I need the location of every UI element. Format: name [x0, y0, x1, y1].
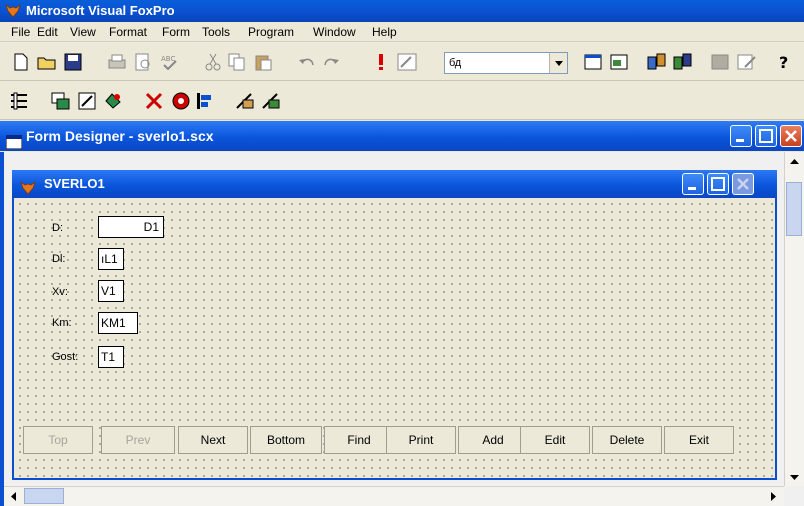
- label-gost[interactable]: Gost:: [52, 351, 78, 363]
- menu-window[interactable]: Window: [313, 24, 356, 40]
- vertical-scroll-thumb[interactable]: [786, 182, 802, 236]
- table-designer-icon[interactable]: [670, 49, 696, 75]
- horizontal-scroll-thumb[interactable]: [24, 488, 64, 504]
- delete-button[interactable]: Delete: [592, 426, 662, 454]
- app-title: Microsoft Visual FoxPro: [26, 3, 175, 18]
- menu-help[interactable]: Help: [372, 24, 397, 40]
- redo-icon[interactable]: [318, 49, 344, 75]
- prev-button[interactable]: Prev: [101, 426, 175, 454]
- menu-edit[interactable]: Edit: [37, 24, 58, 40]
- save-icon[interactable]: [60, 49, 86, 75]
- command-window-icon[interactable]: [580, 49, 606, 75]
- help-icon[interactable]: ?: [772, 49, 798, 75]
- menu-program[interactable]: Program: [248, 24, 294, 40]
- form-builder-icon[interactable]: [232, 88, 258, 114]
- designer-title: Form Designer - sverlo1.scx: [26, 128, 214, 144]
- textbox-t1[interactable]: T1: [98, 346, 124, 368]
- run-icon[interactable]: [368, 49, 394, 75]
- menu-file[interactable]: File: [11, 24, 30, 40]
- textbox-v1[interactable]: V1: [98, 280, 124, 302]
- paste-icon[interactable]: [250, 49, 276, 75]
- print-preview-icon[interactable]: [130, 49, 156, 75]
- database-combo-value: бд: [449, 57, 462, 69]
- add-button[interactable]: Add: [458, 426, 528, 454]
- standard-toolbar: ABC бд ?: [0, 43, 804, 81]
- svg-text:?: ?: [779, 53, 788, 71]
- code-window-icon[interactable]: [100, 88, 126, 114]
- exit-button[interactable]: Exit: [664, 426, 734, 454]
- edit-button[interactable]: Edit: [520, 426, 590, 454]
- designer-title-bar: Form Designer - sverlo1.scx: [0, 121, 804, 151]
- form-canvas[interactable]: D: Dl: Xv: Km: Gost: D1 ıL1 V1 KM1 T1 To…: [12, 198, 777, 480]
- scroll-right-icon[interactable]: [764, 487, 782, 505]
- label-d[interactable]: D:: [52, 222, 63, 234]
- form-designer-toolbar: [0, 82, 804, 120]
- form-close-button[interactable]: [732, 173, 754, 195]
- scroll-left-icon[interactable]: [4, 487, 22, 505]
- form-minimize-button[interactable]: [682, 173, 704, 195]
- bottom-button[interactable]: Bottom: [250, 426, 322, 454]
- form-title: SVERLO1: [44, 176, 105, 191]
- database-designer-icon[interactable]: [644, 49, 670, 75]
- label-km[interactable]: Km:: [52, 317, 72, 329]
- vertical-scrollbar[interactable]: [784, 152, 804, 486]
- menu-format[interactable]: Format: [109, 24, 147, 40]
- cut-icon[interactable]: [200, 49, 226, 75]
- menu-view[interactable]: View: [70, 24, 96, 40]
- open-folder-icon[interactable]: [34, 49, 60, 75]
- app-title-bar: Microsoft Visual FoxPro: [0, 0, 804, 22]
- label-xv[interactable]: Xv:: [52, 286, 68, 298]
- menu-form[interactable]: Form: [162, 24, 190, 40]
- svg-text:ABC: ABC: [161, 55, 175, 63]
- form-controls-toolbar-icon[interactable]: [142, 88, 168, 114]
- find-button[interactable]: Find: [324, 426, 394, 454]
- autoformat-icon[interactable]: [258, 88, 284, 114]
- menu-tools[interactable]: Tools: [202, 24, 230, 40]
- form-wizard-icon[interactable]: [708, 49, 734, 75]
- undo-icon[interactable]: [294, 49, 320, 75]
- scroll-down-icon[interactable]: [785, 468, 803, 486]
- label-dl[interactable]: Dl:: [52, 253, 65, 265]
- designer-close-button[interactable]: [780, 125, 802, 147]
- layout-toolbar-icon[interactable]: [192, 88, 218, 114]
- view-window-icon[interactable]: [606, 49, 632, 75]
- textbox-km1[interactable]: KM1: [98, 312, 138, 334]
- print-button[interactable]: Print: [386, 426, 456, 454]
- designer-maximize-button[interactable]: [755, 125, 777, 147]
- tab-order-icon[interactable]: [6, 88, 32, 114]
- horizontal-scrollbar[interactable]: [4, 486, 784, 506]
- data-environment-icon[interactable]: [48, 88, 74, 114]
- new-file-icon[interactable]: [8, 49, 34, 75]
- print-icon[interactable]: [104, 49, 130, 75]
- copy-icon[interactable]: [224, 49, 250, 75]
- chevron-down-icon[interactable]: [549, 53, 567, 73]
- report-wizard-icon[interactable]: [734, 49, 760, 75]
- spelling-icon[interactable]: ABC: [156, 49, 182, 75]
- menu-bar: File Edit View Format Form Tools Program…: [0, 22, 804, 42]
- designer-minimize-button[interactable]: [730, 125, 752, 147]
- form-maximize-button[interactable]: [707, 173, 729, 195]
- textbox-d1[interactable]: D1: [98, 216, 164, 238]
- next-button[interactable]: Next: [178, 426, 248, 454]
- textbox-l1[interactable]: ıL1: [98, 248, 124, 270]
- foxpro-logo-icon: [5, 4, 21, 18]
- form-title-bar: SVERLO1: [12, 170, 777, 198]
- database-combo[interactable]: бд: [444, 52, 568, 74]
- scroll-up-icon[interactable]: [785, 152, 803, 170]
- color-palette-icon[interactable]: [168, 88, 194, 114]
- properties-window-icon[interactable]: [74, 88, 100, 114]
- modify-form-icon[interactable]: [394, 49, 420, 75]
- top-button[interactable]: Top: [23, 426, 93, 454]
